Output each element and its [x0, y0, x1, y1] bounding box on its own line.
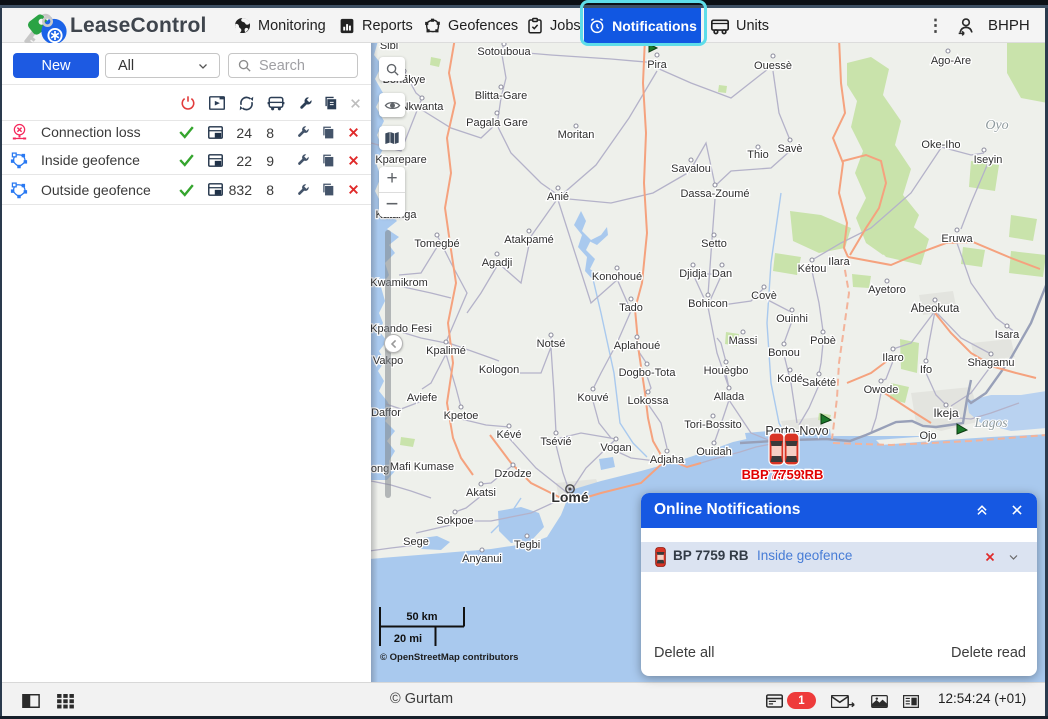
- svg-text:Tori-Bossito: Tori-Bossito: [684, 419, 741, 431]
- svg-text:Tomegbé: Tomegbé: [414, 238, 459, 250]
- svg-text:50 km: 50 km: [406, 611, 437, 623]
- svg-text:Shagamu: Shagamu: [967, 357, 1014, 369]
- svg-text:Anié: Anié: [547, 191, 569, 203]
- svg-text:Dzodze: Dzodze: [494, 468, 531, 480]
- svg-text:Ojo: Ojo: [919, 430, 936, 442]
- svg-text:Ifo: Ifo: [920, 364, 932, 376]
- svg-text:Oke-Iho: Oke-Iho: [921, 139, 960, 151]
- svg-text:Lomé: Lomé: [551, 489, 589, 505]
- svg-text:Notsé: Notsé: [537, 338, 566, 350]
- svg-text:Pira: Pira: [647, 59, 667, 71]
- svg-text:Oyo: Oyo: [985, 118, 1008, 133]
- svg-text:Savalou: Savalou: [671, 163, 711, 175]
- svg-text:Ayetoro: Ayetoro: [868, 284, 906, 296]
- svg-text:Ilara: Ilara: [828, 256, 850, 268]
- svg-text:BP 7759 RB: BP 7759 RB: [751, 467, 824, 482]
- svg-text:Kévé: Kévé: [496, 429, 521, 441]
- svg-text:Iseyin: Iseyin: [974, 154, 1003, 166]
- svg-text:Adjaha: Adjaha: [650, 454, 685, 466]
- svg-text:Kparepare: Kparepare: [375, 154, 426, 166]
- svg-text:Anyanui: Anyanui: [462, 553, 502, 565]
- svg-text:Eruwa: Eruwa: [941, 233, 973, 245]
- svg-text:Agadji: Agadji: [482, 257, 513, 269]
- svg-text:Allada: Allada: [714, 391, 745, 403]
- svg-text:Ouidah: Ouidah: [696, 446, 731, 458]
- svg-text:Bohicon: Bohicon: [688, 298, 728, 310]
- svg-text:Massi: Massi: [729, 335, 758, 347]
- svg-text:Pobè: Pobè: [810, 335, 836, 347]
- svg-text:Lokossa: Lokossa: [628, 395, 670, 407]
- svg-text:Vogan: Vogan: [600, 442, 631, 454]
- svg-text:Sokpoe: Sokpoe: [436, 515, 473, 527]
- svg-text:Savè: Savè: [777, 143, 802, 155]
- svg-text:Houègbo: Houègbo: [704, 365, 749, 377]
- svg-text:Konohoué: Konohoué: [592, 271, 642, 283]
- svg-text:Kpetoe: Kpetoe: [444, 410, 479, 422]
- svg-text:Kétou: Kétou: [798, 263, 827, 275]
- svg-text:Lagos: Lagos: [973, 415, 1007, 430]
- svg-text:Aplahoué: Aplahoué: [614, 340, 661, 352]
- svg-text:Covè: Covè: [751, 290, 777, 302]
- svg-text:Thio: Thio: [747, 149, 768, 161]
- svg-text:Abeokuta: Abeokuta: [911, 303, 960, 315]
- svg-text:Djidja: Djidja: [679, 268, 707, 280]
- svg-text:Ago-Are: Ago-Are: [931, 55, 971, 67]
- svg-text:20 mi: 20 mi: [394, 633, 422, 645]
- svg-text:Tegbi: Tegbi: [514, 539, 540, 551]
- svg-text:Aviefe: Aviefe: [407, 392, 437, 404]
- svg-text:Sege: Sege: [403, 536, 429, 548]
- svg-text:Dogbo-Tota: Dogbo-Tota: [619, 367, 677, 379]
- svg-text:Mafi Kumase: Mafi Kumase: [390, 461, 454, 473]
- svg-text:Akatsi: Akatsi: [466, 487, 496, 499]
- svg-text:Kouvé: Kouvé: [577, 392, 608, 404]
- svg-text:Bonou: Bonou: [768, 347, 800, 359]
- svg-text:Ilaro: Ilaro: [882, 352, 903, 364]
- svg-text:Moritan: Moritan: [558, 129, 595, 141]
- svg-text:Tsévié: Tsévié: [540, 436, 571, 448]
- svg-text:Ikeja: Ikeja: [933, 406, 959, 420]
- svg-text:Kologon: Kologon: [479, 364, 519, 376]
- svg-text:Dan: Dan: [712, 268, 732, 280]
- svg-text:Owode: Owode: [864, 384, 899, 396]
- svg-text:Blitta-Gare: Blitta-Gare: [475, 90, 528, 102]
- svg-text:Ouessè: Ouessè: [754, 60, 792, 72]
- svg-text:Kpando Fesi: Kpando Fesi: [371, 323, 432, 335]
- svg-text:Pagala Gare: Pagala Gare: [466, 117, 528, 129]
- svg-text:Nkwanta: Nkwanta: [401, 101, 445, 113]
- svg-text:Kwamikrom: Kwamikrom: [371, 277, 428, 289]
- svg-text:Dassa-Zoumé: Dassa-Zoumé: [680, 188, 749, 200]
- svg-text:Sibi: Sibi: [380, 43, 398, 52]
- svg-text:Sakété: Sakété: [802, 377, 836, 389]
- svg-text:Ouinhi: Ouinhi: [776, 313, 808, 325]
- svg-text:Isara: Isara: [995, 329, 1020, 341]
- svg-text:Setto: Setto: [701, 238, 727, 250]
- svg-text:Kpalimé: Kpalimé: [426, 345, 466, 357]
- svg-text:Sotouboua: Sotouboua: [477, 46, 531, 58]
- svg-text:Atakpamé: Atakpamé: [504, 234, 554, 246]
- svg-text:Tado: Tado: [619, 302, 643, 314]
- svg-text:Kodé: Kodé: [777, 373, 803, 385]
